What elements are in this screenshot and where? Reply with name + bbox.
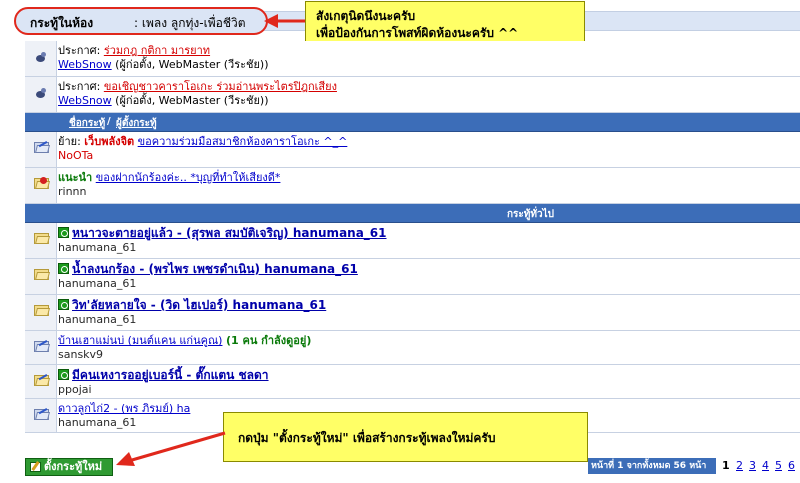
sort-by-starter-link[interactable]: ผู้ตั้งกระทู้ — [116, 116, 157, 131]
topic-row: มีคนเหงารออยู่เบอร์นี้ - ตั๊กแตน ชลดา pp… — [25, 365, 800, 399]
announcement-label: ประกาศ: — [58, 44, 101, 57]
author-roles: (ผู้ก่อตั้ง, WebMaster (วีระชัย)) — [115, 58, 269, 71]
folder-icon — [34, 374, 50, 386]
topic-author[interactable]: hanumana_61 — [58, 277, 136, 290]
topic-title-link[interactable]: บ้านเฮาแม่นบ่ (มนต์แคน แก่นคูณ) — [58, 334, 222, 347]
topic-row: บ้านเฮาแม่นบ่ (มนต์แคน แก่นคูณ) (1 คน กำ… — [25, 331, 800, 365]
moved-folder-icon — [34, 141, 50, 153]
topic-title-link[interactable]: วิท'ลัยหลายใจ - (วิด ไฮเปอร์) hanumana_6… — [72, 298, 326, 312]
viewers-count: (1 คน กำลังดูอยู่) — [225, 334, 312, 347]
page-link[interactable]: 4 — [762, 459, 769, 472]
pinned-title-link[interactable]: ของฝากนักร้องค่ะ.. *บุญที่ทำให้เสียงดี* — [96, 171, 281, 184]
topic-row: น้ำลงนกร้อง - (พรไพร เพชรดำเนิน) hanuman… — [25, 259, 800, 295]
arrow-to-button-icon — [116, 431, 226, 466]
note-line-1: สังเกตุนิดนึงนะครับ — [316, 9, 416, 23]
new-topic-icon — [58, 369, 69, 380]
general-topics-label: กระทู้ทั่วไป — [507, 209, 554, 220]
topic-author[interactable]: ppojai — [58, 383, 92, 396]
new-topic-icon — [58, 299, 69, 310]
sort-by-topic-link[interactable]: ชื่อกระทู้ — [69, 116, 105, 131]
pinned-author[interactable]: NoOTa — [58, 149, 93, 162]
topic-title-link[interactable]: น้ำลงนกร้อง - (พรไพร เพชรดำเนิน) hanuman… — [72, 262, 358, 276]
folder-icon — [34, 232, 50, 244]
announcement-title-link[interactable]: ขอเชิญชาวคาราโอเกะ ร่วมอ่านพระไตรปิฎกเสี… — [104, 80, 337, 93]
new-topic-button[interactable]: ตั้งกระทู้ใหม่ — [25, 458, 113, 476]
topic-table: ประกาศ: ร่วมกฎ กติกา มารยาท WebSnow (ผู้… — [25, 41, 800, 433]
topic-author[interactable]: hanumana_61 — [58, 313, 136, 326]
annotation-note-top: สังเกตุนิดนึงนะครับ เพื่อป้องกันการโพสท์… — [305, 1, 585, 45]
new-topic-button-label: ตั้งกระทู้ใหม่ — [44, 460, 103, 473]
folder-icon — [34, 268, 50, 280]
topic-author[interactable]: hanumana_61 — [58, 416, 136, 429]
moved-tag: เว็บพลังจิต — [84, 135, 135, 148]
topic-author[interactable]: hanumana_61 — [58, 241, 136, 254]
announcement-row: ประกาศ: ขอเชิญชาวคาราโอเกะ ร่วมอ่านพระไต… — [25, 77, 800, 113]
page-link[interactable]: 3 — [749, 459, 756, 472]
topic-title-link[interactable]: มีคนเหงารออยู่เบอร์นี้ - ตั๊กแตน ชลดา — [72, 368, 269, 382]
moved-label: ย้าย: — [58, 135, 81, 148]
moved-folder-icon — [34, 340, 50, 352]
topic-title-link[interactable]: ดาวลูกไก่2 - (พร ภิรมย์) ha — [58, 402, 190, 415]
page-info: หน้าที่ 1 จากทั้งหมด 56 หน้า — [588, 458, 716, 474]
pencil-icon — [30, 462, 41, 472]
page-current: 1 — [722, 459, 730, 472]
moved-folder-icon — [34, 408, 50, 420]
topic-row: วิท'ลัยหลายใจ - (วิด ไฮเปอร์) hanumana_6… — [25, 295, 800, 331]
announcement-title-link[interactable]: ร่วมกฎ กติกา มารยาท — [104, 44, 210, 57]
column-separator: / — [107, 116, 111, 127]
author-link[interactable]: WebSnow — [58, 58, 112, 71]
page-link[interactable]: 6 — [788, 459, 795, 472]
topic-author[interactable]: sanskv9 — [58, 348, 103, 361]
arrow-to-room-icon — [264, 14, 306, 28]
pinned-title-link[interactable]: ขอความร่วมมือสมาชิกห้องคาราโอเกะ ^_^ — [138, 135, 348, 148]
new-topic-icon — [58, 227, 69, 238]
new-topic-icon — [58, 263, 69, 274]
pinned-author[interactable]: rinnn — [58, 185, 87, 198]
column-header-bar: ชื่อกระทู้ / ผู้ตั้งกระทู้ — [25, 113, 800, 132]
recommended-label: แนะนำ — [58, 171, 93, 184]
announcement-icon — [34, 52, 47, 65]
note-line-2: เพื่อป้องกันการโพสท์ผิดห้องนะครับ ^^ — [316, 26, 519, 40]
topic-row: หนาวจะตายอยู่แล้ว - (สุรพล สมบัติเจริญ) … — [25, 223, 800, 259]
announcement-label: ประกาศ: — [58, 80, 101, 93]
room-name: : เพลง ลูกทุ่ง-เพื่อชีวิต — [134, 16, 246, 30]
announcement-icon — [34, 88, 47, 101]
room-label: กระทู้ในห้อง — [30, 16, 94, 30]
page-link[interactable]: 5 — [775, 459, 782, 472]
topic-title-link[interactable]: หนาวจะตายอยู่แล้ว - (สุรพล สมบัติเจริญ) … — [72, 226, 387, 240]
pinned-row: แนะนำ ของฝากนักร้องค่ะ.. *บุญที่ทำให้เสี… — [25, 168, 800, 204]
pinned-row: ย้าย: เว็บพลังจิต ขอความร่วมมือสมาชิกห้อ… — [25, 132, 800, 168]
general-topics-header: กระทู้ทั่วไป — [25, 204, 800, 223]
page-link[interactable]: 2 — [736, 459, 743, 472]
annotation-note-bottom: กดปุ่ม "ตั้งกระทู้ใหม่" เพื่อสร้างกระทู้… — [223, 412, 588, 462]
author-link[interactable]: WebSnow — [58, 94, 112, 107]
note-bottom-text: กดปุ่ม "ตั้งกระทู้ใหม่" เพื่อสร้างกระทู้… — [238, 431, 496, 445]
folder-icon — [34, 304, 50, 316]
announcement-row: ประกาศ: ร่วมกฎ กติกา มารยาท WebSnow (ผู้… — [25, 41, 800, 77]
author-roles: (ผู้ก่อตั้ง, WebMaster (วีระชัย)) — [115, 94, 269, 107]
recommended-folder-icon — [34, 177, 50, 189]
